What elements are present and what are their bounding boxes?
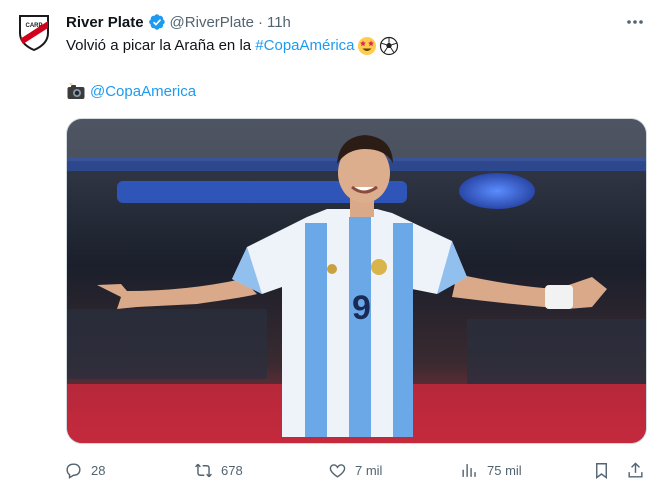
post-header: River Plate @RiverPlate · 11h	[66, 12, 291, 32]
separator-dot: ·	[257, 13, 263, 31]
more-dots-icon	[627, 20, 643, 24]
bookmark-icon	[596, 462, 607, 479]
views-button[interactable]: 75 mil	[460, 458, 522, 482]
display-name[interactable]: River Plate	[66, 14, 144, 31]
more-options-button[interactable]	[623, 10, 647, 34]
post-text-main: Volvió a picar la Araña en la	[66, 37, 256, 54]
reply-icon	[66, 462, 81, 479]
post-text: Volvió a picar la Araña en la #CopaAméri…	[66, 36, 399, 56]
hashtag-link[interactable]: #CopaAmérica	[255, 36, 354, 56]
heart-icon	[329, 463, 346, 478]
repost-count: 678	[221, 462, 243, 478]
share-button[interactable]	[626, 458, 645, 482]
like-count: 7 mil	[355, 462, 383, 478]
football-player-celebration-photo: 9	[67, 119, 646, 443]
avatar[interactable]: CARP	[14, 12, 54, 52]
soccer-ball-emoji	[379, 36, 399, 56]
user-handle[interactable]: @RiverPlate	[170, 14, 254, 31]
repost-icon	[195, 463, 212, 477]
share-icon	[628, 461, 643, 478]
views-count: 75 mil	[487, 462, 522, 478]
star-struck-emoji	[357, 36, 377, 56]
photo-credit: @CopaAmerica	[66, 82, 196, 102]
views-chart-icon	[462, 463, 476, 477]
reply-button[interactable]: 28	[64, 458, 105, 482]
repost-button[interactable]: 678	[194, 458, 243, 482]
mention-link[interactable]: @CopaAmerica	[90, 82, 196, 102]
post-image[interactable]: 9	[66, 118, 647, 444]
like-button[interactable]: 7 mil	[328, 458, 382, 482]
verified-badge-icon	[148, 13, 166, 31]
reply-count: 28	[91, 462, 106, 478]
post-timestamp[interactable]: 11h	[267, 14, 291, 31]
bookmark-button[interactable]	[592, 458, 611, 482]
camera-flash-emoji	[66, 82, 86, 102]
svg-text:CARP: CARP	[25, 23, 42, 29]
action-bar: 28 678 7 mil 75 mil	[62, 456, 652, 486]
svg-text:9: 9	[352, 289, 371, 327]
river-plate-crest-icon: CARP	[19, 15, 49, 51]
